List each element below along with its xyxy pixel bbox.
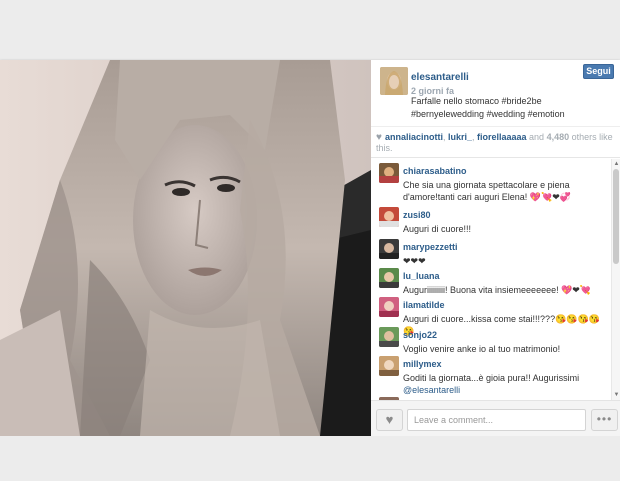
page-backdrop-top (0, 0, 620, 60)
comment-text: Che sia una giornata spettacolare e pien… (403, 180, 571, 202)
list-item: zusi80 Auguri di cuore!!! (371, 205, 611, 235)
commenter-username[interactable]: marypezzetti (403, 242, 458, 253)
comment-text: Auguri di cuore!!! (403, 224, 472, 234)
commenter-username[interactable]: chiarasabatino (403, 166, 467, 177)
commenter-avatar[interactable] (379, 239, 399, 259)
more-options-button[interactable]: ••• (591, 409, 618, 431)
commenter-avatar[interactable] (379, 163, 399, 183)
liker-link[interactable]: fiorellaaaaa (477, 132, 527, 142)
comment-text: Goditi la giornata...è gioia pura!! Augu… (403, 373, 580, 383)
author-avatar[interactable] (380, 67, 408, 95)
portrait-image (0, 60, 371, 436)
commenter-username[interactable]: zusi80 (403, 210, 431, 221)
heart-icon: ♥ (385, 412, 394, 427)
liker-link[interactable]: lukri_ (448, 132, 472, 142)
commenter-avatar[interactable] (379, 207, 399, 227)
commenter-username[interactable]: sonjo22 (403, 330, 437, 341)
post-modal: elesantarelli 2 giorni fa Farfalle nello… (0, 60, 620, 436)
list-item: sonjo22 Voglio venire anke io al tuo mat… (371, 325, 611, 355)
heart-icon: ♥ (376, 132, 382, 143)
post-sidebar: elesantarelli 2 giorni fa Farfalle nello… (371, 60, 620, 436)
commenter-avatar[interactable] (379, 297, 399, 317)
likes-summary: ♥ annaliacinotti, lukri_, fiorellaaaaa an… (371, 126, 620, 158)
scroll-up-arrow-icon[interactable]: ▲ (613, 160, 620, 168)
post-caption: Farfalle nello stomaco #bride2be #bernye… (411, 96, 565, 119)
commenter-avatar[interactable] (379, 356, 399, 376)
list-item: lu_luana Auguriiiiiiiii! Buona vita insi… (371, 266, 611, 296)
comments-scrollbar[interactable]: ▲ ▼ (611, 159, 620, 400)
post-header: elesantarelli 2 giorni fa Farfalle nello… (371, 60, 620, 126)
post-photo[interactable] (0, 60, 371, 436)
list-item: millymex Goditi la giornata...è gioia pu… (371, 354, 611, 396)
list-item: chiarasabatino Che sia una giornata spet… (371, 161, 611, 203)
commenter-username[interactable]: ilamatilde (403, 300, 445, 311)
commenter-username[interactable]: lu_luana (403, 271, 440, 282)
commenter-avatar[interactable] (379, 268, 399, 288)
follow-button[interactable]: Segui (583, 64, 614, 79)
liker-link[interactable]: annaliacinotti (385, 132, 443, 142)
list-item: marypezzetti ❤❤❤ (371, 237, 611, 267)
author-username[interactable]: elesantarelli (411, 72, 469, 84)
page-backdrop-bottom (0, 436, 620, 481)
commenter-username[interactable]: millymex (403, 359, 442, 370)
author-info: elesantarelli 2 giorni fa (411, 67, 581, 98)
like-button[interactable]: ♥ (376, 409, 403, 431)
commenter-avatar[interactable] (379, 327, 399, 347)
likes-and: and (526, 132, 547, 142)
scroll-down-arrow-icon[interactable]: ▼ (613, 391, 620, 399)
comments-list: chiarasabatino Che sia una giornata spet… (371, 159, 620, 400)
scroll-thumb[interactable] (613, 169, 619, 264)
likes-count[interactable]: 4,480 (547, 132, 570, 142)
ellipsis-icon: ••• (596, 412, 613, 426)
comment-input[interactable] (407, 409, 586, 431)
comment-footer: ♥ ••• (371, 400, 620, 436)
